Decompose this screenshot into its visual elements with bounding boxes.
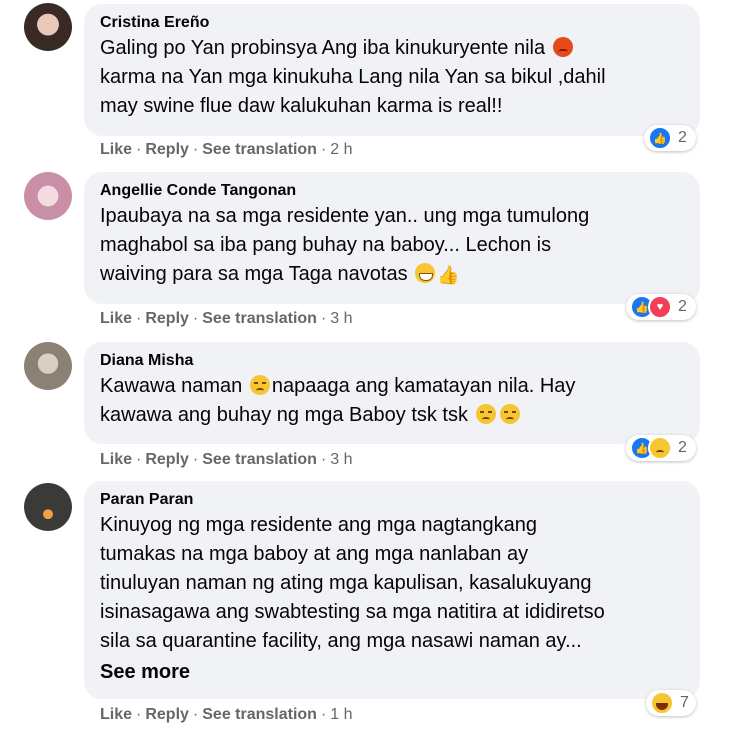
comment-bubble: Cristina Ereño Galing po Yan probinsya A… — [84, 4, 700, 136]
timestamp[interactable]: 1 h — [330, 706, 352, 723]
comment-line: maghabol sa iba pang buhay na baboy... L… — [100, 234, 552, 256]
comment-line: waiving para sa mga Taga navotas — [100, 263, 408, 285]
separator: · — [136, 141, 142, 158]
see-translation-link[interactable]: See translation — [202, 310, 317, 327]
like-reaction-icon: 👍 — [648, 126, 672, 150]
comment-line: isinasagawa ang swabtesting sa mga natit… — [100, 601, 605, 623]
separator: · — [192, 310, 199, 327]
like-link[interactable]: Like — [100, 310, 132, 327]
see-translation-link[interactable]: See translation — [202, 706, 317, 723]
reply-link[interactable]: Reply — [145, 310, 189, 327]
comment-text: Galing po Yan probinsya Ang iba kinukury… — [100, 34, 680, 121]
sad-reaction-icon — [648, 436, 672, 460]
separator: · — [136, 451, 142, 468]
reaction-count: 2 — [678, 298, 687, 315]
separator: · — [320, 141, 327, 158]
disappointed-face-icon — [499, 404, 520, 424]
commenter-name[interactable]: Diana Misha — [100, 350, 680, 372]
like-link[interactable]: Like — [100, 141, 132, 158]
like-link[interactable]: Like — [100, 451, 132, 468]
separator: · — [320, 706, 327, 723]
comment-bubble: Paran Paran Kinuyog ng mga residente ang… — [84, 481, 700, 699]
timestamp[interactable]: 2 h — [330, 141, 352, 158]
commenter-name[interactable]: Cristina Ereño — [100, 12, 680, 34]
avatar[interactable] — [24, 342, 72, 390]
comment-line: may swine flue daw kalukuhan karma is re… — [100, 95, 503, 117]
see-translation-link[interactable]: See translation — [202, 141, 317, 158]
haha-reaction-icon — [650, 691, 674, 715]
reaction-summary[interactable]: 7 — [646, 690, 696, 716]
comment-line: sila sa quarantine facility, ang mga nas… — [100, 630, 582, 652]
comment-line: karma na Yan mga kinukuha Lang nila Yan … — [100, 66, 606, 88]
separator: · — [192, 141, 199, 158]
comment-line: Kinuyog ng mga residente ang mga nagtang… — [100, 514, 537, 536]
reaction-count: 7 — [680, 694, 689, 711]
timestamp[interactable]: 3 h — [330, 451, 352, 468]
timestamp[interactable]: 3 h — [330, 310, 352, 327]
reply-link[interactable]: Reply — [145, 706, 189, 723]
separator: · — [192, 706, 199, 723]
separator: · — [320, 451, 327, 468]
avatar[interactable] — [24, 3, 72, 51]
thumbs-up-icon: 👍 — [437, 265, 460, 285]
avatar[interactable] — [24, 172, 72, 220]
reaction-count: 2 — [678, 129, 687, 146]
comment-line: napaaga ang kamatayan nila. Hay — [271, 375, 576, 397]
separator: · — [320, 310, 327, 327]
comment-actions: Like · Reply · See translation · 3 h — [100, 309, 353, 329]
disappointed-face-icon — [249, 375, 270, 395]
avatar[interactable] — [24, 483, 72, 531]
comment-line: Ipaubaya na sa mga residente yan.. ung m… — [100, 205, 590, 227]
reply-link[interactable]: Reply — [145, 451, 189, 468]
comment-line: Kawawa naman — [100, 375, 243, 397]
angry-face-icon — [552, 37, 573, 57]
reaction-summary[interactable]: 👍 2 — [626, 435, 696, 461]
comment-actions: Like · Reply · See translation · 1 h — [100, 705, 353, 725]
separator: · — [136, 706, 142, 723]
grinning-sweat-face-icon — [415, 263, 436, 283]
reply-link[interactable]: Reply — [145, 141, 189, 158]
like-link[interactable]: Like — [100, 706, 132, 723]
commenter-name[interactable]: Angellie Conde Tangonan — [100, 180, 680, 202]
comment-text: Ipaubaya na sa mga residente yan.. ung m… — [100, 202, 680, 290]
comment-bubble: Angellie Conde Tangonan Ipaubaya na sa m… — [84, 172, 700, 304]
love-reaction-icon: ♥ — [648, 295, 672, 319]
comment-line: Galing po Yan probinsya Ang iba kinukury… — [100, 37, 546, 59]
comment-bubble: Diana Misha Kawawa naman napaaga ang kam… — [84, 342, 700, 444]
disappointed-face-icon — [475, 404, 496, 424]
reaction-summary[interactable]: 👍 2 — [644, 125, 696, 151]
separator: · — [136, 310, 142, 327]
comment-actions: Like · Reply · See translation · 3 h — [100, 450, 353, 470]
comment-text: Kawawa naman napaaga ang kamatayan nila.… — [100, 372, 680, 430]
reaction-count: 2 — [678, 439, 687, 456]
see-more-link[interactable]: See more — [100, 658, 680, 686]
comment-actions: Like · Reply · See translation · 2 h — [100, 140, 353, 160]
commenter-name[interactable]: Paran Paran — [100, 489, 680, 511]
separator: · — [192, 451, 199, 468]
see-translation-link[interactable]: See translation — [202, 451, 317, 468]
comment-text: Kinuyog ng mga residente ang mga nagtang… — [100, 511, 680, 656]
comment-line: kawawa ang buhay ng mga Baboy tsk tsk — [100, 404, 468, 426]
comment-line: tumakas na mga baboy at ang mga nanlaban… — [100, 543, 529, 565]
reaction-summary[interactable]: 👍 ♥ 2 — [626, 294, 696, 320]
comment-line: tinuluyan naman ng ating mga kapulisan, … — [100, 572, 592, 594]
